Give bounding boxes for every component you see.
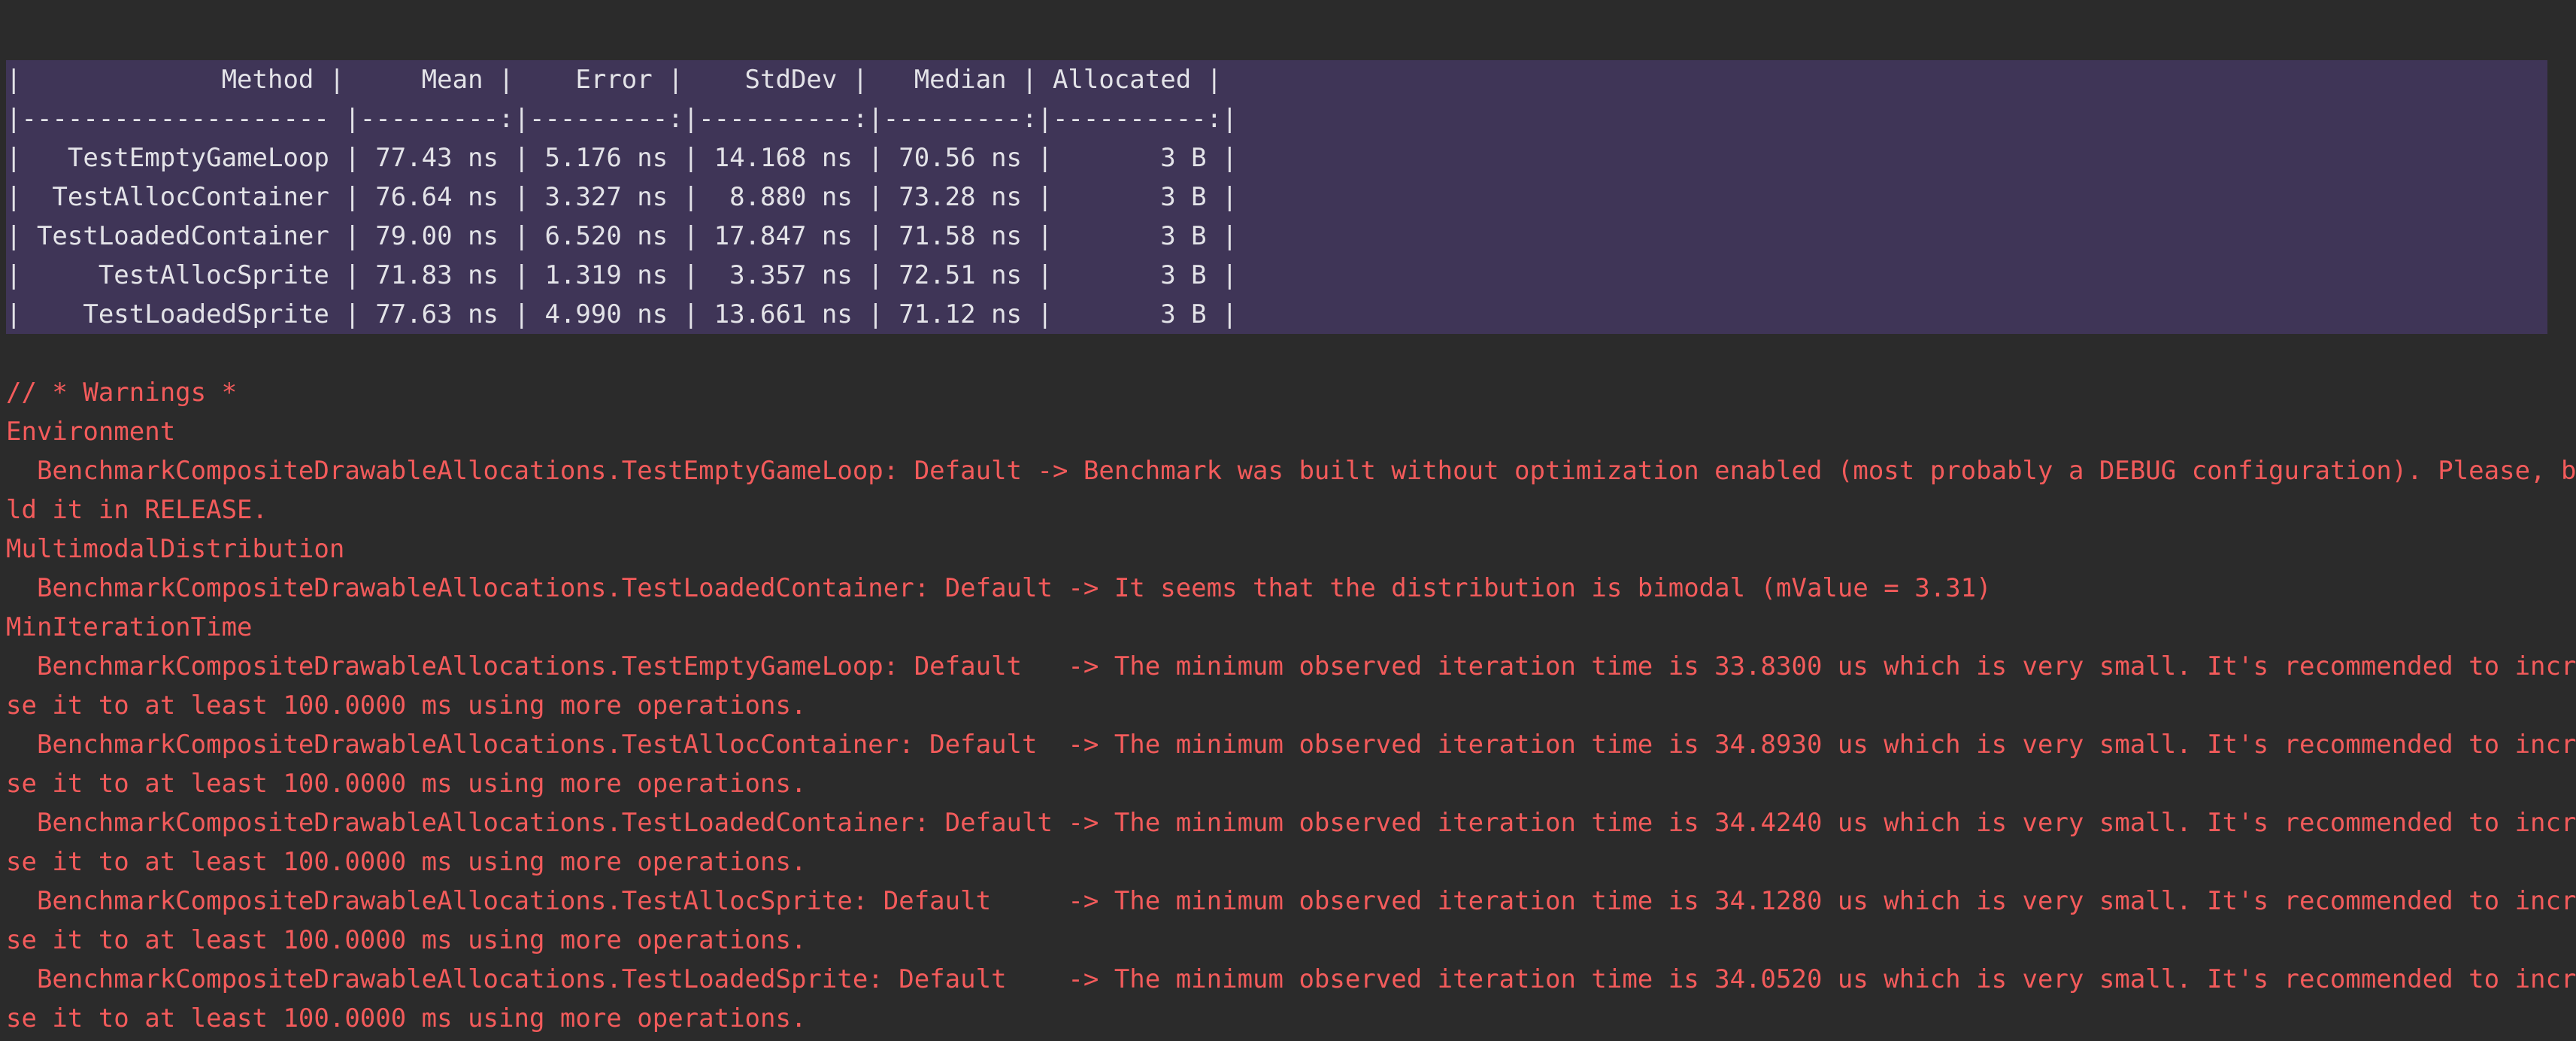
warning-line: BenchmarkCompositeDrawableAllocations.Te… — [6, 456, 2576, 486]
table-row: | TestEmptyGameLoop | 77.43 ns | 5.176 n… — [6, 143, 1238, 173]
warning-line: BenchmarkCompositeDrawableAllocations.Te… — [6, 808, 2576, 838]
table-separator: |-------------------- |---------:|------… — [6, 104, 1238, 134]
warning-line: se it to at least 100.0000 ms using more… — [6, 1003, 807, 1033]
warning-line: BenchmarkCompositeDrawableAllocations.Te… — [6, 964, 2576, 994]
warning-line: BenchmarkCompositeDrawableAllocations.Te… — [6, 573, 1992, 603]
warning-line: se it to at least 100.0000 ms using more… — [6, 690, 807, 721]
warning-line: BenchmarkCompositeDrawableAllocations.Te… — [6, 886, 2576, 916]
warning-category: Environment — [6, 417, 176, 447]
warning-line: se it to at least 100.0000 ms using more… — [6, 925, 807, 955]
warning-line: ld it in RELEASE. — [6, 495, 268, 525]
table-row: | TestLoadedContainer | 79.00 ns | 6.520… — [6, 221, 1238, 251]
warning-line: BenchmarkCompositeDrawableAllocations.Te… — [6, 651, 2576, 681]
warning-line: BenchmarkCompositeDrawableAllocations.Te… — [6, 730, 2576, 760]
warnings-heading: // * Warnings * — [6, 378, 238, 408]
table-row: | TestAllocSprite | 71.83 ns | 1.319 ns … — [6, 260, 1238, 290]
warning-line: se it to at least 100.0000 ms using more… — [6, 847, 807, 877]
warning-line: se it to at least 100.0000 ms using more… — [6, 769, 807, 799]
table-row: | TestLoadedSprite | 77.63 ns | 4.990 ns… — [6, 299, 1238, 329]
terminal-output[interactable]: | Method | Mean | Error | StdDev | Media… — [0, 0, 2576, 1041]
warning-category: MinIterationTime — [6, 612, 253, 642]
warning-category: MultimodalDistribution — [6, 534, 345, 564]
table-row: | TestAllocContainer | 76.64 ns | 3.327 … — [6, 182, 1238, 212]
table-header: | Method | Mean | Error | StdDev | Media… — [6, 65, 1223, 95]
